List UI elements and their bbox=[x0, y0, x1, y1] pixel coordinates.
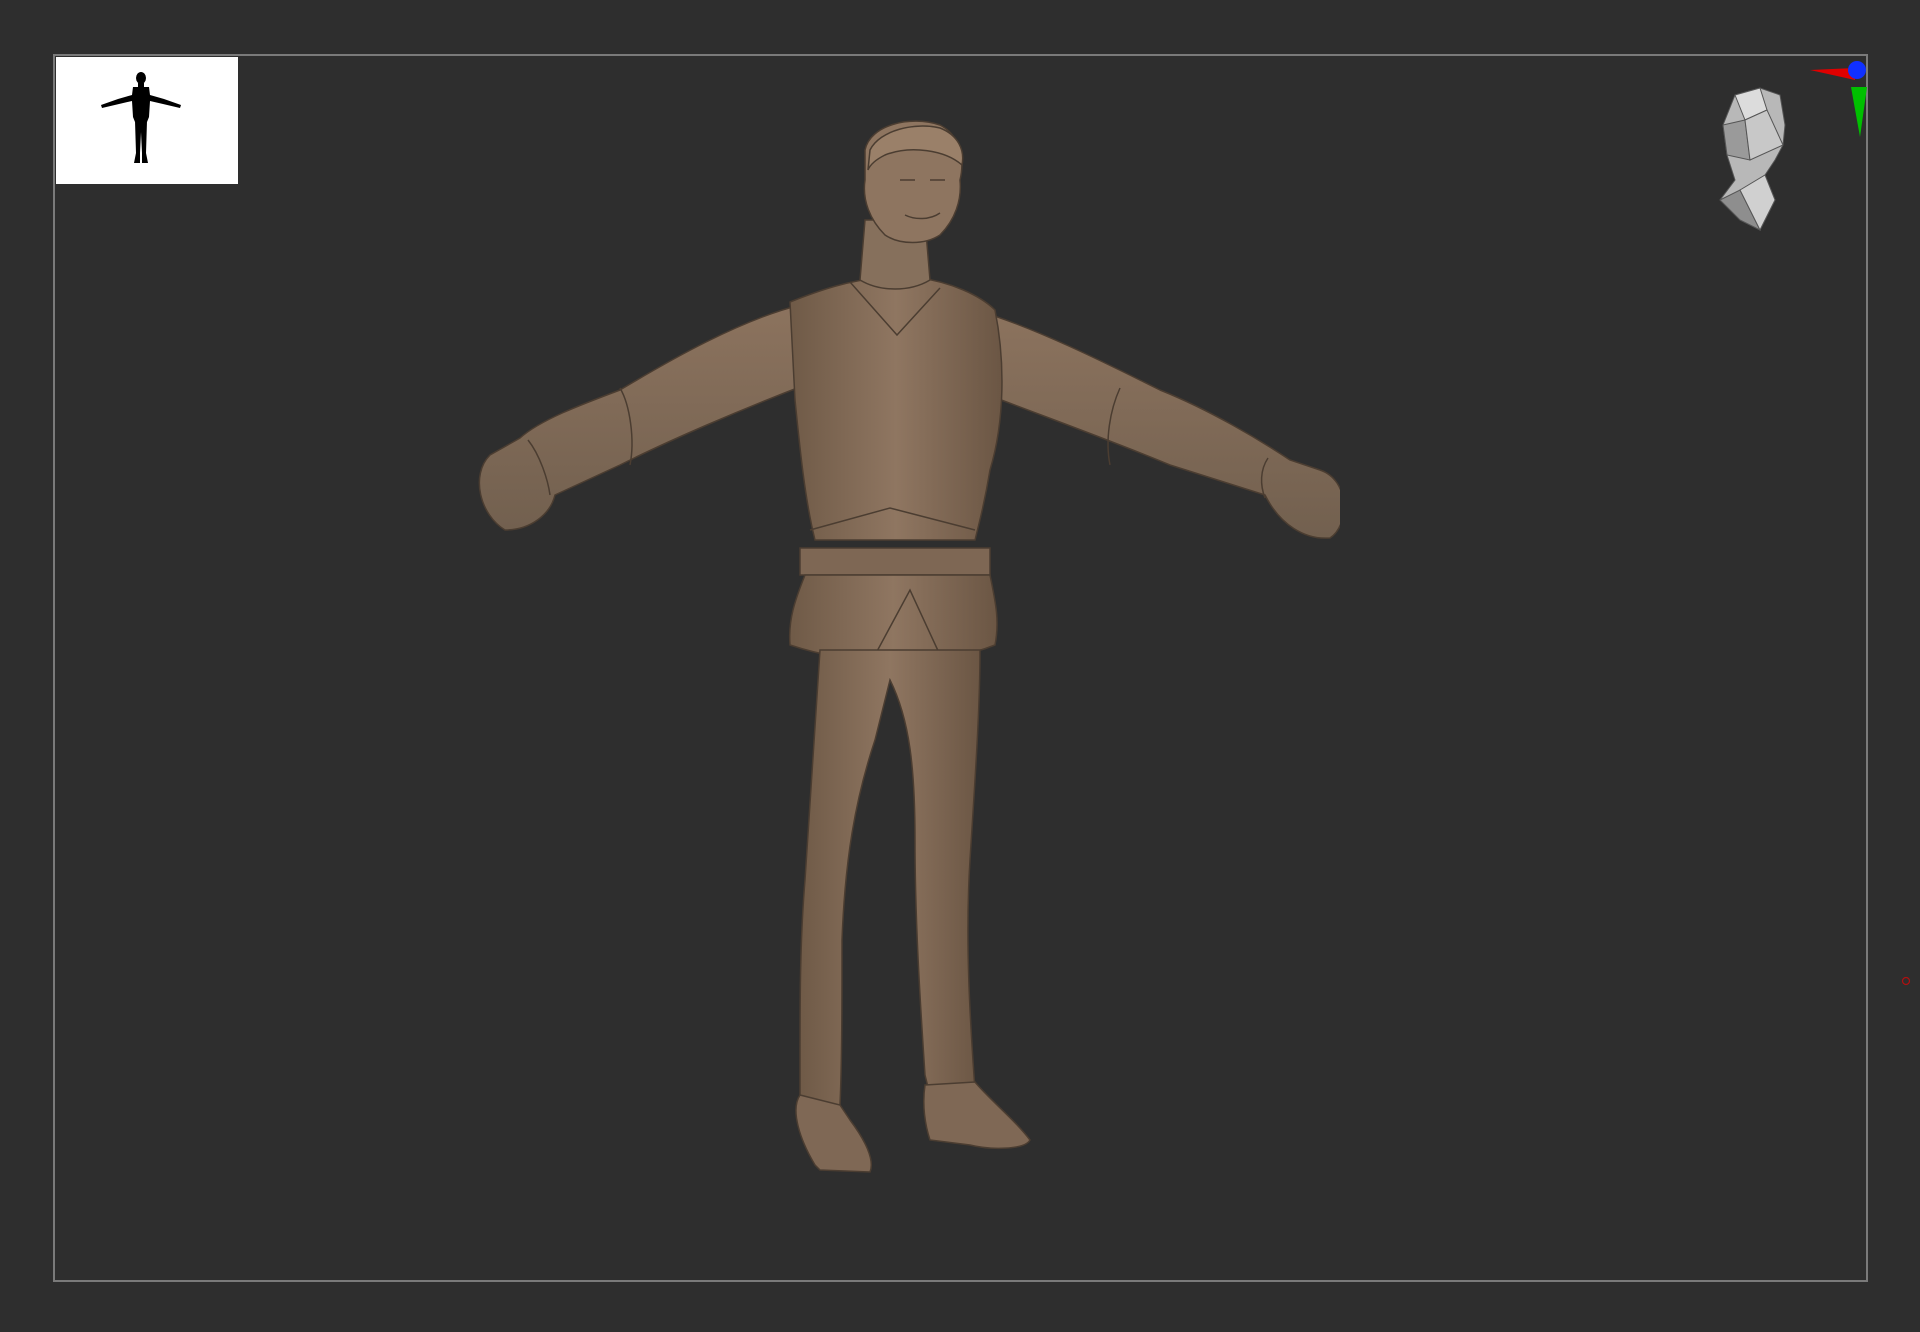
red-circle-marker-icon bbox=[1901, 976, 1911, 986]
character-mesh bbox=[478, 120, 1340, 1173]
t-pose-silhouette-icon bbox=[101, 72, 181, 163]
3d-viewport[interactable] bbox=[0, 0, 1920, 1332]
head-navigation-cube-icon bbox=[1719, 61, 1867, 232]
y-axis-arrow bbox=[1851, 87, 1867, 137]
character-model[interactable] bbox=[470, 120, 1340, 1240]
model-thumbnail[interactable] bbox=[56, 57, 238, 184]
navigation-gizmo[interactable] bbox=[1705, 50, 1880, 240]
z-axis-dot bbox=[1848, 61, 1866, 79]
